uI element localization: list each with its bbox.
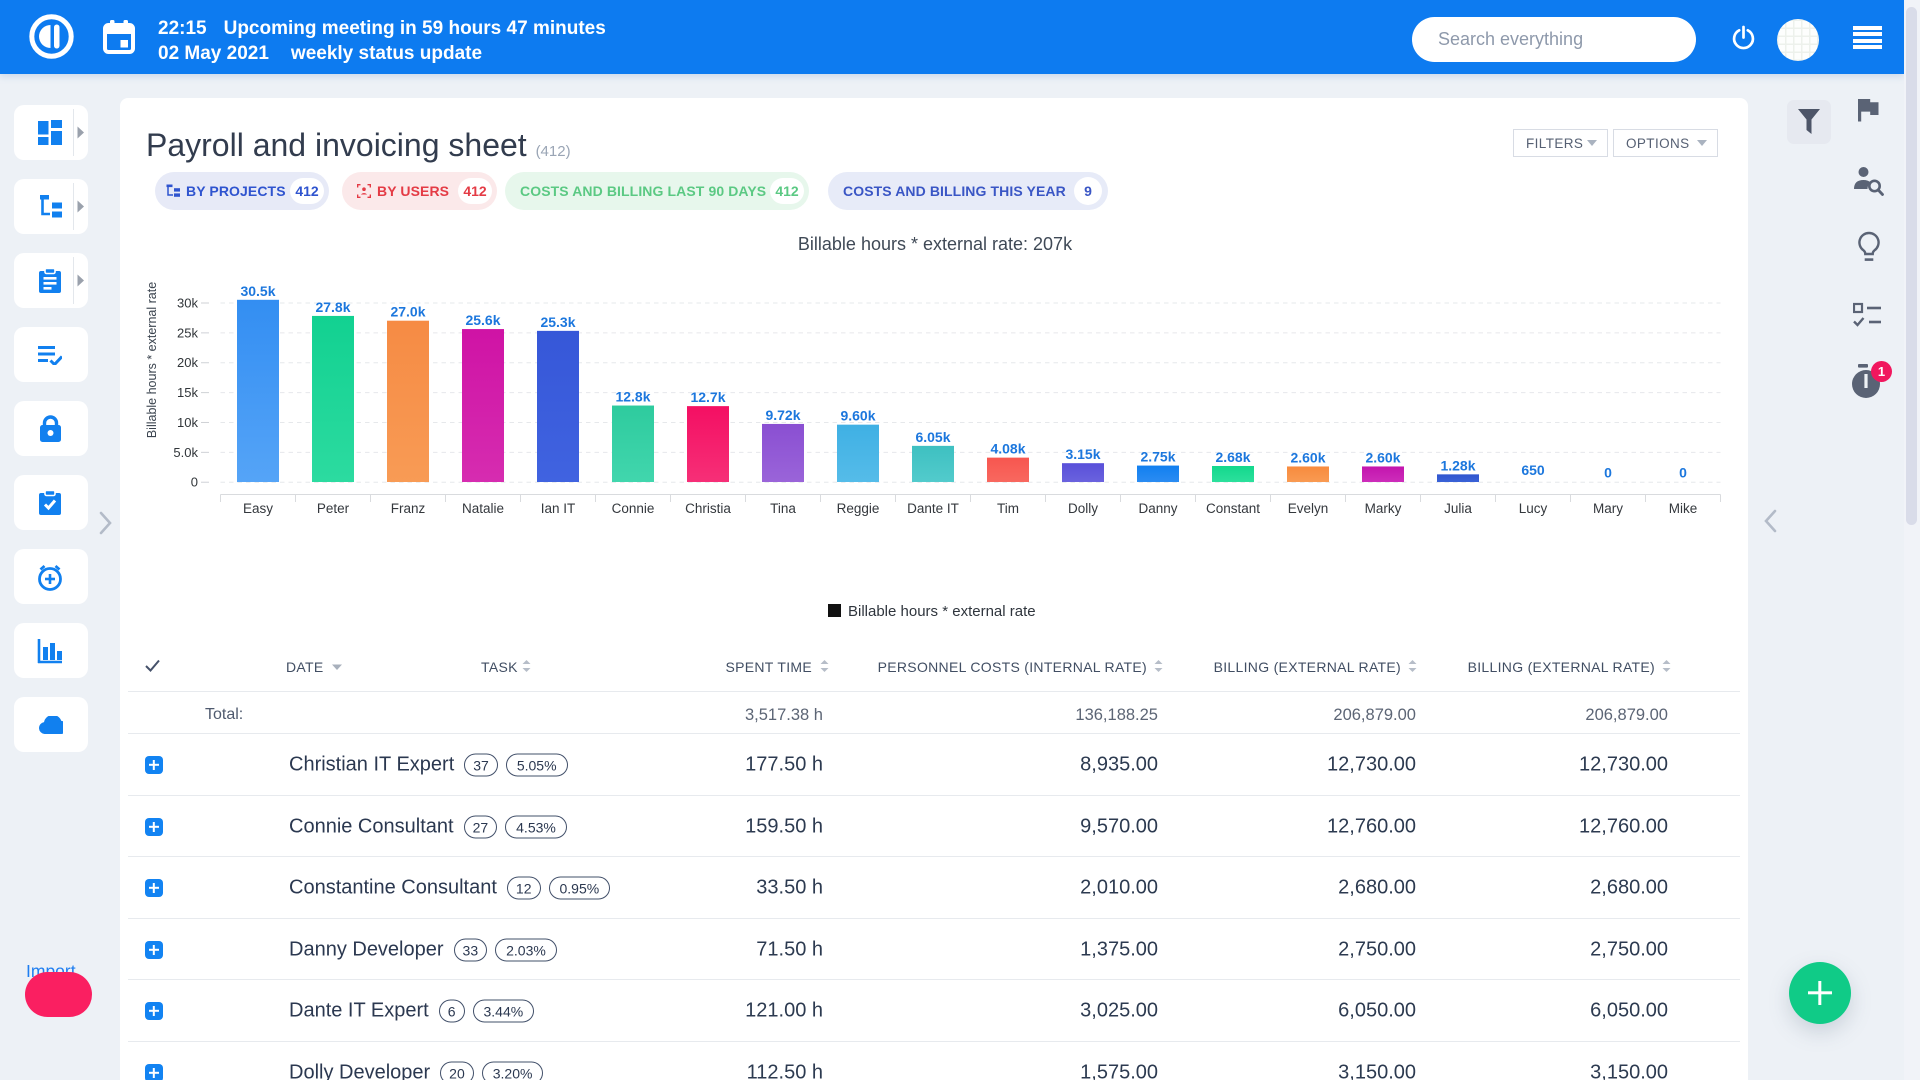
svg-text:650: 650 [1521, 462, 1545, 478]
svg-text:2.60k: 2.60k [1365, 449, 1400, 465]
svg-text:2.60k: 2.60k [1290, 449, 1325, 465]
svg-text:Easy: Easy [243, 501, 273, 516]
svg-text:27.0k: 27.0k [390, 304, 425, 320]
svg-text:Reggie: Reggie [837, 501, 880, 516]
svg-text:30k: 30k [177, 296, 198, 311]
svg-text:2.68k: 2.68k [1215, 449, 1250, 465]
svg-text:Connie: Connie [612, 501, 655, 516]
svg-text:Marky: Marky [1365, 501, 1402, 516]
svg-text:25k: 25k [177, 325, 198, 340]
svg-text:Mary: Mary [1593, 501, 1623, 516]
svg-text:12.8k: 12.8k [615, 389, 650, 405]
svg-text:0: 0 [1604, 465, 1612, 481]
svg-text:1.28k: 1.28k [1440, 457, 1475, 473]
svg-text:25.6k: 25.6k [465, 312, 500, 328]
svg-text:Billable hours * external rate: Billable hours * external rate: 207k [798, 234, 1073, 254]
svg-text:15k: 15k [177, 385, 198, 400]
svg-text:Tina: Tina [770, 501, 796, 516]
svg-text:Evelyn: Evelyn [1288, 501, 1329, 516]
svg-text:Constant: Constant [1206, 501, 1260, 516]
svg-text:3.15k: 3.15k [1065, 446, 1100, 462]
svg-text:Danny: Danny [1138, 501, 1177, 516]
svg-text:Mike: Mike [1669, 501, 1698, 516]
svg-text:Christia: Christia [685, 501, 731, 516]
svg-text:25.3k: 25.3k [540, 314, 575, 330]
svg-text:5.0k: 5.0k [173, 445, 198, 460]
svg-text:Franz: Franz [391, 501, 426, 516]
svg-text:Peter: Peter [317, 501, 350, 516]
svg-text:20k: 20k [177, 355, 198, 370]
svg-text:12.7k: 12.7k [690, 389, 725, 405]
svg-text:Billable hours * external rate: Billable hours * external rate [848, 603, 1036, 620]
svg-text:Ian IT: Ian IT [541, 501, 576, 516]
svg-text:2.75k: 2.75k [1140, 449, 1175, 465]
svg-text:Julia: Julia [1444, 501, 1472, 516]
svg-text:30.5k: 30.5k [240, 283, 275, 299]
svg-text:27.8k: 27.8k [315, 299, 350, 315]
svg-text:9.60k: 9.60k [840, 408, 875, 424]
svg-text:Dante IT: Dante IT [907, 501, 959, 516]
svg-text:4.08k: 4.08k [990, 441, 1025, 457]
svg-text:Dolly: Dolly [1068, 501, 1098, 516]
svg-text:Tim: Tim [997, 501, 1019, 516]
svg-text:Natalie: Natalie [462, 501, 504, 516]
svg-text:0: 0 [191, 475, 198, 490]
svg-text:Lucy: Lucy [1519, 501, 1548, 516]
svg-text:10k: 10k [177, 415, 198, 430]
svg-text:9.72k: 9.72k [765, 407, 800, 423]
svg-text:0: 0 [1679, 465, 1687, 481]
svg-text:6.05k: 6.05k [915, 429, 950, 445]
svg-text:Billable hours * external rate: Billable hours * external rate [145, 282, 159, 438]
